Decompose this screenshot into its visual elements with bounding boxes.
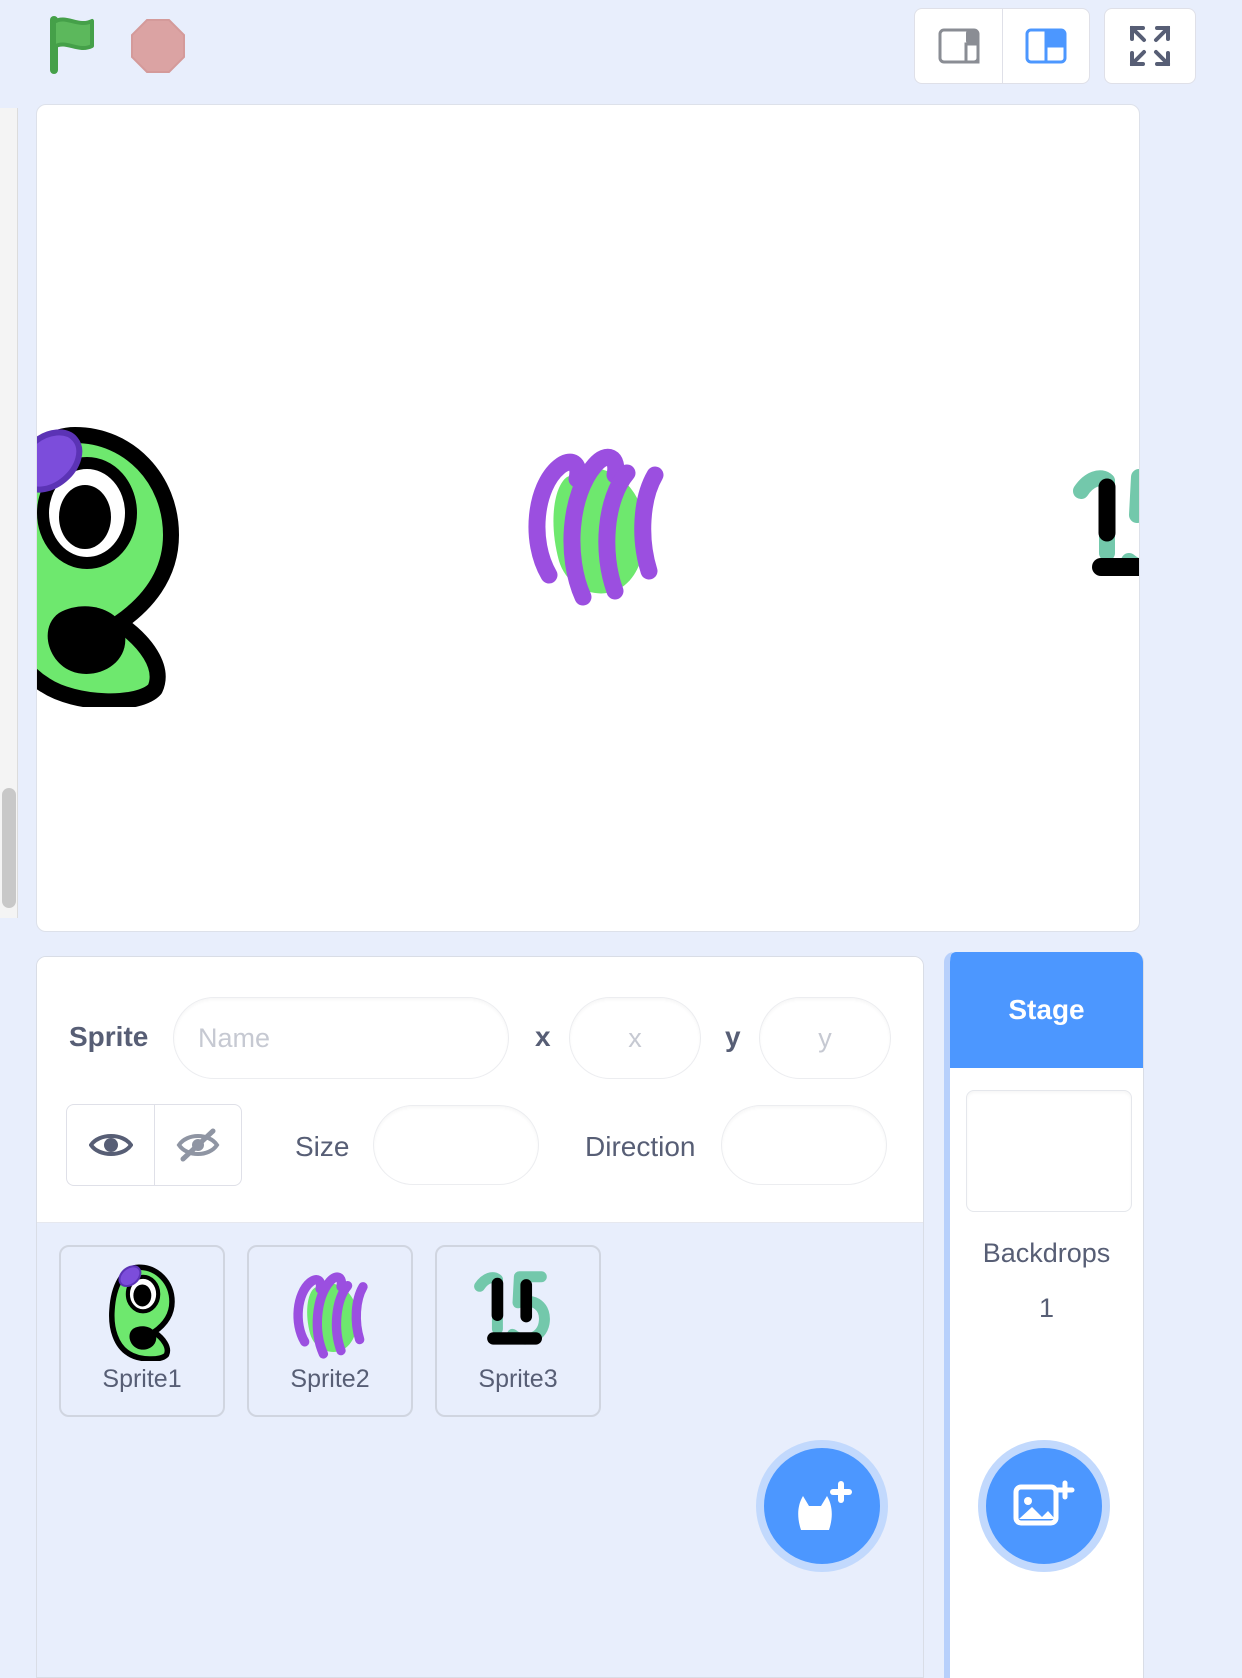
sprite-direction-input[interactable] — [721, 1105, 887, 1185]
small-stage-icon — [938, 28, 979, 64]
swirl-sprite-icon — [293, 1272, 368, 1359]
fullscreen-button[interactable] — [1104, 8, 1196, 84]
stop-button[interactable] — [130, 18, 186, 74]
workspace-scrollbar-track[interactable] — [0, 108, 18, 918]
sprite-tile-label-3: Sprite3 — [478, 1365, 558, 1393]
fullscreen-arrows-icon — [1130, 26, 1170, 66]
blob-eye-sprite-icon — [37, 427, 179, 710]
sprite-y-placeholder: y — [818, 1022, 832, 1053]
stage-sprite-3[interactable] — [1067, 457, 1139, 602]
small-stage-button[interactable] — [914, 8, 1002, 84]
face-15-sprite-icon — [474, 1271, 550, 1345]
add-sprite-button[interactable] — [756, 1440, 888, 1572]
scratch-stage-panel: Sprite Name x x y y Size Direction Sprit… — [0, 0, 1242, 1678]
sprite-tile-label-1: Sprite1 — [102, 1365, 182, 1393]
stage-pane-body: Backdrops 1 — [950, 1068, 1143, 1324]
workspace-scrollbar-thumb[interactable] — [2, 788, 16, 908]
sprite-name-input[interactable]: Name — [173, 997, 509, 1079]
sprite-y-input[interactable]: y — [759, 997, 891, 1079]
stage-sprite-1[interactable] — [37, 417, 189, 712]
green-flag-icon — [50, 16, 94, 74]
eye-slash-icon — [176, 1128, 220, 1162]
stage-size-toggle-group — [914, 8, 1090, 84]
stage-canvas[interactable] — [36, 104, 1140, 932]
sprite-visibility-group — [66, 1104, 242, 1186]
show-sprite-button[interactable] — [66, 1104, 154, 1186]
stage-selector-button[interactable]: Stage — [950, 952, 1143, 1068]
backdrops-label: Backdrops — [982, 1238, 1111, 1268]
sprite-tile-label-2: Sprite2 — [290, 1365, 370, 1393]
sprite-tile-2[interactable]: Sprite2 — [247, 1245, 413, 1417]
eye-icon — [88, 1134, 133, 1156]
sprite-thumb-1 — [90, 1259, 194, 1363]
size-label: Size — [295, 1131, 350, 1162]
sprite-size-input[interactable] — [373, 1105, 539, 1185]
sprite-x-placeholder: x — [628, 1022, 642, 1053]
sprite-tile-1[interactable]: Sprite1 — [59, 1245, 225, 1417]
sprite-name-placeholder: Name — [198, 1022, 271, 1053]
stage-pane-title: Stage — [1008, 994, 1085, 1025]
sprite-thumb-3 — [466, 1259, 570, 1363]
y-label: y — [725, 1021, 741, 1052]
stop-octagon-icon — [131, 19, 185, 73]
stage-controls-bar — [0, 0, 1242, 100]
sprite-label: Sprite — [69, 1021, 149, 1052]
swirl-sprite-icon — [528, 448, 664, 606]
normal-stage-icon — [1025, 28, 1067, 64]
cat-plus-icon — [798, 1481, 852, 1530]
normal-stage-button[interactable] — [1002, 8, 1090, 84]
image-plus-icon — [1013, 1480, 1075, 1526]
add-backdrop-button[interactable] — [978, 1440, 1110, 1572]
sprite-tile-3[interactable]: Sprite3 — [435, 1245, 601, 1417]
backdrops-count: 1 — [1038, 1293, 1055, 1323]
green-flag-button[interactable] — [48, 16, 104, 74]
sprite-panel: Sprite Name x x y y Size Direction Sprit… — [36, 956, 924, 1678]
sprite-thumb-2 — [278, 1259, 382, 1363]
direction-label: Direction — [585, 1131, 696, 1162]
sprite-x-input[interactable]: x — [569, 997, 701, 1079]
hide-sprite-button[interactable] — [154, 1104, 242, 1186]
stage-sprite-2[interactable] — [515, 429, 675, 614]
face-15-sprite-icon — [1073, 469, 1139, 576]
backdrop-thumbnail[interactable] — [966, 1090, 1132, 1212]
blob-eye-sprite-icon — [109, 1264, 175, 1361]
x-label: x — [535, 1021, 551, 1052]
